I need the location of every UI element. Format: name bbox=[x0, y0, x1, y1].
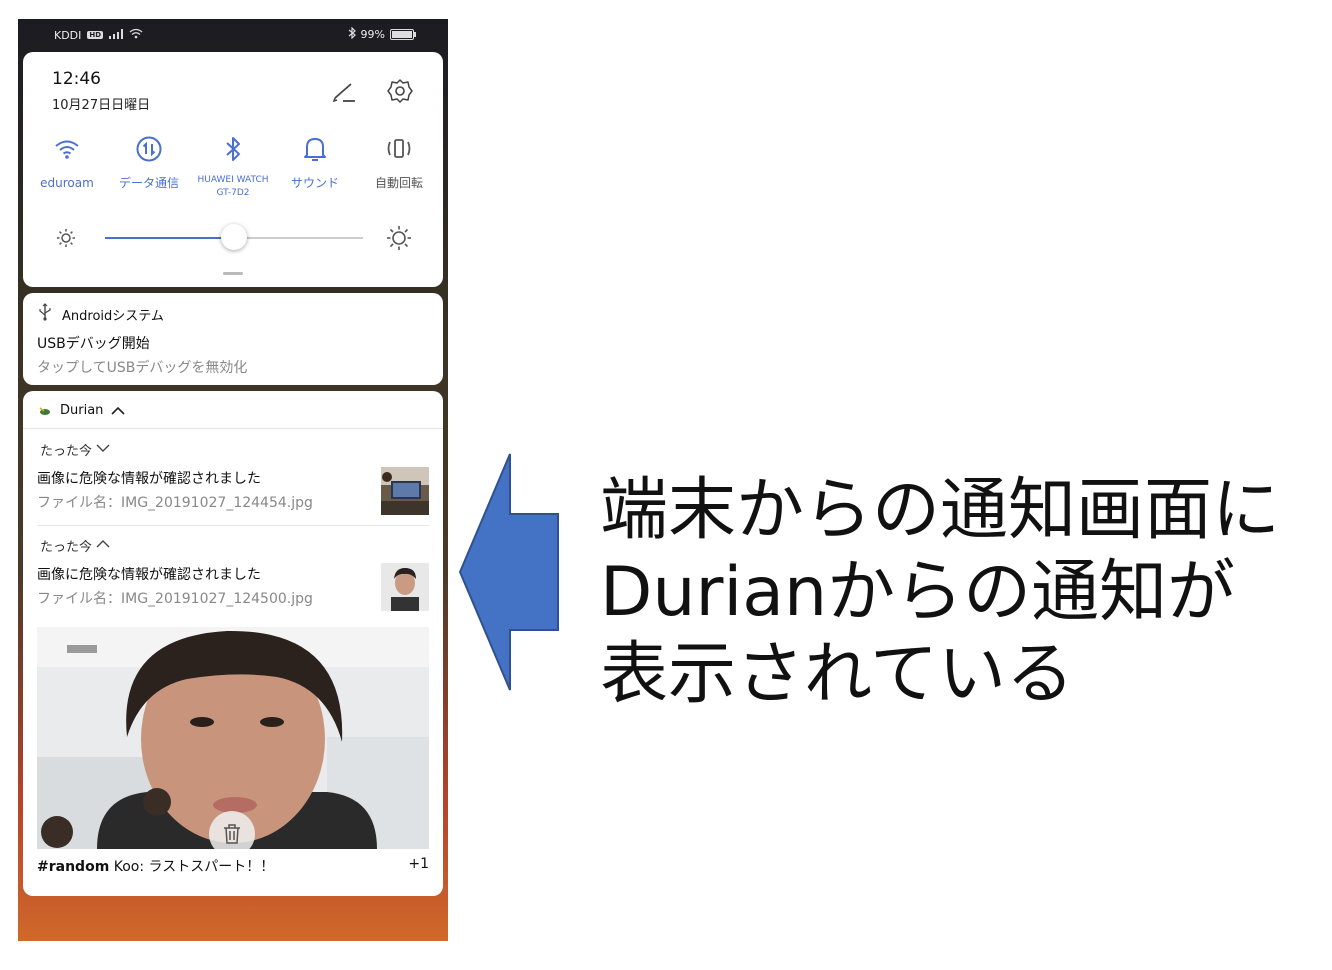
tile-wifi[interactable]: eduroam bbox=[25, 132, 109, 190]
durian-app-icon bbox=[38, 401, 52, 420]
annotation-line-2: Durianからの通知が bbox=[600, 553, 1236, 632]
slack-message: #random Koo: ラストスパート！！ bbox=[37, 859, 275, 875]
durian-item-title: 画像に危険な情報が確認されました bbox=[37, 567, 261, 583]
bell-icon bbox=[273, 132, 357, 166]
wifi-status-icon bbox=[129, 28, 143, 42]
annotation-text: 端末からの通知画面に Durianからの通知が 表示されている bbox=[600, 470, 1320, 716]
tile-wifi-label: eduroam bbox=[40, 176, 94, 190]
notification-slack-random[interactable]: #random Koo: ラストスパート！！ +1 bbox=[23, 849, 443, 894]
durian-item-title: 画像に危険な情報が確認されました bbox=[37, 471, 261, 487]
clock-time: 12:46 bbox=[52, 69, 101, 89]
notification-app-name: Androidシステム bbox=[62, 308, 164, 324]
image-thumbnail bbox=[381, 563, 429, 611]
tile-bluetooth[interactable]: HUAWEI WATCH GT-7D2 bbox=[191, 132, 275, 200]
notification-title: USBデバッグ開始 bbox=[37, 336, 150, 352]
battery-percent: 99% bbox=[360, 28, 385, 41]
signal-icon bbox=[109, 28, 124, 42]
durian-item-text: ファイル名：IMG_20191027_124454.jpg bbox=[37, 495, 313, 511]
tile-sound-label: サウンド bbox=[290, 176, 339, 190]
image-thumbnail bbox=[381, 467, 429, 515]
tile-rotate-label: 自動回転 bbox=[374, 176, 423, 190]
edit-icon[interactable] bbox=[329, 76, 359, 106]
annotation-line-1: 端末からの通知画面に bbox=[600, 471, 1281, 550]
gear-icon[interactable] bbox=[385, 76, 415, 106]
data-icon bbox=[107, 132, 191, 166]
chevron-down-icon[interactable] bbox=[96, 442, 110, 457]
battery-icon bbox=[390, 29, 416, 40]
durian-header[interactable]: Durian bbox=[38, 401, 125, 420]
divider bbox=[23, 428, 443, 429]
wifi-icon bbox=[25, 132, 109, 166]
notification-text: タップしてUSBデバッグを無効化 bbox=[37, 360, 248, 376]
panel-drag-handle[interactable] bbox=[223, 272, 243, 275]
phone-screen: KDDI HD 99% 12:46 10月27日日曜日 eduroam データ通… bbox=[18, 19, 448, 941]
chevron-up-icon[interactable] bbox=[111, 401, 125, 420]
chevron-up-icon[interactable] bbox=[96, 538, 110, 553]
durian-app-name: Durian bbox=[60, 403, 104, 418]
left-arrow-shape bbox=[458, 452, 560, 692]
tile-bluetooth-label: HUAWEI WATCH GT-7D2 bbox=[197, 175, 269, 198]
clock-date: 10月27日日曜日 bbox=[52, 98, 151, 113]
tile-auto-rotate[interactable]: 自動回転 bbox=[357, 132, 441, 190]
notification-durian-group[interactable]: Durian たった今 画像に危険な情報が確認されました ファイル名：IMG_2… bbox=[23, 391, 443, 896]
brightness-fill bbox=[105, 237, 234, 239]
more-count-badge: +1 bbox=[408, 856, 429, 872]
durian-item-text: ファイル名：IMG_20191027_124500.jpg bbox=[37, 591, 313, 607]
brightness-low-icon bbox=[56, 228, 76, 252]
tile-sound[interactable]: サウンド bbox=[273, 132, 357, 190]
brightness-knob[interactable] bbox=[221, 224, 247, 250]
rotate-icon bbox=[357, 132, 441, 166]
divider bbox=[37, 525, 429, 526]
status-bar: KDDI HD 99% bbox=[18, 19, 448, 51]
carrier-label: KDDI bbox=[54, 28, 82, 42]
usb-icon bbox=[38, 303, 52, 325]
durian-item-time: たった今 bbox=[40, 444, 93, 459]
bluetooth-status-icon bbox=[348, 26, 356, 42]
durian-item-time: たった今 bbox=[40, 540, 93, 555]
tile-data-label: データ通信 bbox=[118, 176, 179, 190]
tile-mobile-data[interactable]: データ通信 bbox=[107, 132, 191, 190]
notification-usb-debug[interactable]: Androidシステム USBデバッグ開始 タップしてUSBデバッグを無効化 bbox=[23, 293, 443, 385]
hd-badge: HD bbox=[87, 31, 104, 39]
brightness-slider[interactable] bbox=[105, 224, 363, 250]
bluetooth-icon bbox=[191, 132, 275, 166]
brightness-high-icon bbox=[386, 225, 412, 255]
annotation-line-3: 表示されている bbox=[600, 635, 1074, 714]
quick-settings-panel: 12:46 10月27日日曜日 eduroam データ通信 HUAWEI WAT bbox=[23, 52, 443, 287]
